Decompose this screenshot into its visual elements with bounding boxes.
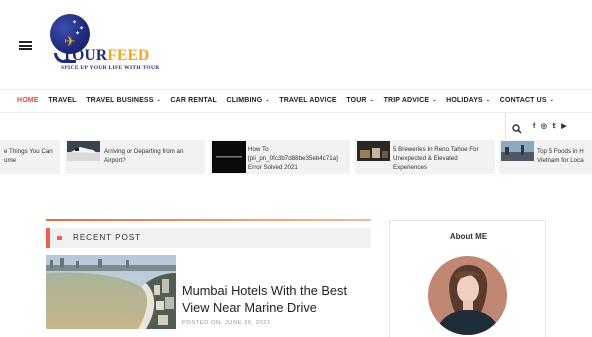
utility-bar: f ◎ 𝕥 ▶ (0, 113, 592, 140)
section-title: RECENT POST (73, 233, 141, 242)
ticker-item[interactable]: e Things You Can ume (0, 140, 60, 174)
post-title[interactable]: Mumbai Hotels With the Best View Near Ma… (182, 282, 377, 316)
nav-item-travel-business[interactable]: TRAVEL BUSINESS ⌄ (86, 97, 161, 104)
ticker-item[interactable]: How To [pii_pn_0fc3b7d88be35eb4c71a] Err… (210, 140, 350, 174)
logo-tagline: SPICE UP YOUR LIFE WITH TOUR (61, 65, 160, 71)
instagram-icon[interactable]: ◎ (541, 122, 547, 131)
avatar (428, 256, 507, 335)
hamburger-icon[interactable] (19, 41, 32, 50)
post-thumbnail[interactable] (46, 255, 176, 329)
facebook-icon[interactable]: f (533, 122, 535, 131)
chevron-down-icon: ⌄ (485, 97, 491, 103)
ticker-item[interactable]: Arriving or Departing from an Airport? (65, 140, 205, 174)
nav-item-climbing[interactable]: CLIMBING ⌄ (227, 97, 270, 104)
site-logo[interactable]: ✦ ✦ ✦ ✈ TOURFEED SPICE UP YOUR LIFE WITH… (48, 11, 188, 77)
list-icon (57, 236, 62, 240)
chevron-down-icon: ⌄ (549, 97, 555, 103)
youtube-icon[interactable]: ▶ (561, 122, 566, 131)
widget-title: About ME (449, 232, 488, 241)
ticker-thumbnail (67, 141, 100, 161)
section-header: RECENT POST (46, 228, 371, 248)
ticker-thumbnail (501, 141, 534, 161)
ticker-thumbnail (212, 141, 246, 174)
nav-item-home[interactable]: HOME (17, 97, 39, 104)
ticker-item[interactable]: Top 5 Foods in H Vietnam for Loca (499, 140, 592, 174)
post-date: POSTED ON: JUNE 26, 2021 (182, 320, 271, 326)
recent-post-section: RECENT POST (46, 219, 371, 249)
nav-item-holidays[interactable]: HOLIDAYS ⌄ (446, 97, 490, 104)
airplane-icon: ✈ (64, 33, 76, 49)
chevron-down-icon: ⌄ (156, 97, 161, 103)
chevron-down-icon: ⌄ (265, 97, 270, 103)
chevron-down-icon: ⌄ (432, 97, 437, 103)
nav-item-trip-advice[interactable]: TRIP ADVICE ⌄ (384, 97, 437, 104)
chevron-down-icon: ⌄ (369, 97, 374, 103)
news-ticker: e Things You Can ume Arriving or Departi… (0, 140, 592, 174)
twitter-icon[interactable]: 𝕥 (552, 122, 555, 131)
search-icon[interactable] (512, 121, 522, 134)
logo-title: TOURFEED (62, 47, 150, 64)
nav-item-travel-advice[interactable]: TRAVEL ADVICE (279, 97, 336, 104)
nav-item-contact-us[interactable]: CONTACT US ⌄ (500, 97, 554, 104)
ticker-item[interactable]: 5 Breweries In Reno Tahoe For Unexpected… (355, 140, 495, 174)
nav-item-tour[interactable]: TOUR ⌄ (346, 97, 374, 104)
nav-item-travel[interactable]: TRAVEL (48, 97, 76, 104)
nav-item-car-rental[interactable]: CAR RENTAL (170, 97, 216, 104)
ticker-thumbnail (357, 141, 390, 161)
about-widget: About ME (389, 220, 546, 337)
social-links: f ◎ 𝕥 ▶ (533, 122, 572, 131)
main-nav: HOME TRAVEL TRAVEL BUSINESS ⌄ CAR RENTAL CLIM… (0, 89, 592, 113)
